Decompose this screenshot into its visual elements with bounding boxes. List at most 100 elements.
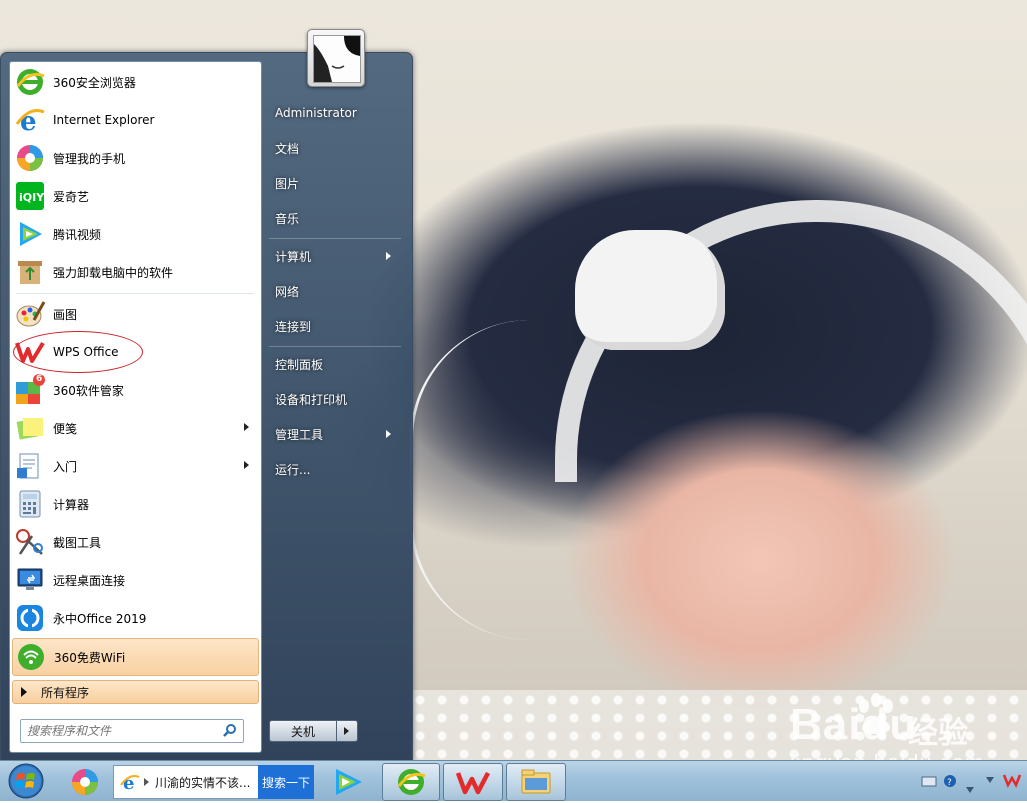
app-label: 永中Office 2019 (53, 611, 147, 626)
shutdown-button[interactable]: 关机 (269, 720, 337, 742)
taskbar-ie-window[interactable]: e 川渝的实情不该... (113, 765, 260, 799)
app-label: 360免费WiFi (54, 650, 126, 665)
360-software-manager-icon: 6 (14, 374, 46, 406)
snipping-tool-icon (14, 526, 46, 558)
taskbar: e 川渝的实情不该... 搜索一下 ? (0, 760, 1027, 801)
taskbar-search-button[interactable]: 搜索一下 (258, 765, 314, 799)
remote-desktop-icon (14, 564, 46, 596)
submenu-arrow-icon (244, 423, 249, 431)
yozo-office-icon (14, 602, 46, 634)
app-label: 腾讯视频 (53, 227, 102, 242)
right-item-label: 连接到 (275, 319, 312, 334)
app-label: 便笺 (53, 421, 78, 436)
app-label: 入门 (53, 459, 78, 474)
avatar-picture (313, 35, 361, 83)
folder-icon (521, 769, 551, 794)
shutdown-options-button[interactable] (336, 720, 358, 742)
phone-manager-icon (14, 142, 46, 174)
paint-icon (14, 298, 46, 330)
app-item-360-software-manager[interactable]: 6 360软件管家 (12, 372, 257, 408)
expand-arrow-icon (21, 687, 27, 697)
search-input[interactable] (25, 723, 217, 739)
submenu-arrow-icon (386, 430, 391, 438)
right-item-computer[interactable]: 计算机 (265, 241, 405, 271)
right-separator (269, 238, 401, 239)
notification-badge: 6 (36, 374, 43, 384)
app-item-iqiyi[interactable]: iQIY 爱奇艺 (12, 178, 257, 214)
app-item-paint[interactable]: 画图 (12, 296, 257, 332)
start-menu: 360安全浏览器 e Internet Explorer 管理我的手机 iQIY… (0, 29, 413, 762)
right-item-admin-tools[interactable]: 管理工具 (265, 419, 405, 449)
programs-pane: 360安全浏览器 e Internet Explorer 管理我的手机 iQIY… (9, 61, 262, 753)
taskbar-explorer[interactable] (506, 763, 566, 801)
right-item-network[interactable]: 网络 (265, 276, 405, 306)
app-item-getting-started[interactable]: 入门 (12, 448, 257, 484)
app-label: Internet Explorer (53, 113, 155, 127)
tray-arrow-icon (966, 787, 974, 793)
right-item-label: 图片 (275, 176, 300, 191)
watermark-brand-cn: 经验 (908, 716, 968, 751)
tencent-video-icon (336, 769, 362, 795)
calculator-icon (14, 488, 46, 520)
search-icon[interactable] (223, 723, 237, 737)
right-item-control-panel[interactable]: 控制面板 (265, 349, 405, 379)
headphone-cup (575, 230, 725, 350)
wps-tray-icon (1002, 774, 1022, 788)
iqiyi-icon: iQIY (14, 180, 46, 212)
search-button-label: 搜索一下 (261, 775, 310, 790)
app-label: 计算器 (53, 497, 90, 512)
right-item-run[interactable]: 运行... (265, 454, 405, 484)
submenu-arrow-icon (244, 461, 249, 469)
start-orb-icon[interactable] (6, 762, 46, 800)
svg-text:?: ? (947, 778, 952, 788)
app-item-sticky-notes[interactable]: 便笺 (12, 410, 257, 446)
tencent-video-icon (14, 218, 46, 250)
svg-text:iQIY: iQIY (19, 191, 45, 204)
right-item-label: 网络 (275, 284, 300, 299)
app-item-calculator[interactable]: 计算器 (12, 486, 257, 522)
right-item-label: Administrator (275, 106, 357, 120)
right-separator (269, 346, 401, 347)
phone-manager-icon (72, 769, 98, 795)
taskbar-360-browser[interactable] (382, 763, 440, 801)
right-item-connect-to[interactable]: 连接到 (265, 311, 405, 341)
right-item-pictures[interactable]: 图片 (265, 168, 405, 198)
taskbar-tencent-video[interactable] (324, 763, 372, 801)
right-item-label: 控制面板 (275, 357, 324, 372)
right-item-devices-printers[interactable]: 设备和打印机 (265, 384, 405, 414)
user-avatar[interactable] (307, 29, 365, 87)
right-item-label: 文档 (275, 141, 300, 156)
right-item-label: 设备和打印机 (275, 392, 348, 407)
right-item-label: 音乐 (275, 211, 300, 226)
app-item-tencent-video[interactable]: 腾讯视频 (12, 216, 257, 252)
taskbar-wps[interactable] (443, 763, 503, 801)
app-item-yozo-office[interactable]: 永中Office 2019 (12, 600, 257, 636)
app-item-remote-desktop[interactable]: 远程桌面连接 (12, 562, 257, 598)
headphone-cable (410, 320, 573, 640)
app-item-internet-explorer[interactable]: e Internet Explorer (12, 102, 257, 138)
app-item-wps-office[interactable]: WPS Office (12, 334, 257, 370)
app-label: WPS Office (53, 345, 119, 359)
app-item-uninstaller[interactable]: 强力卸载电脑中的软件 (12, 254, 257, 290)
baidu-paw-icon (859, 693, 893, 734)
right-item-label: 运行... (275, 462, 311, 477)
submenu-arrow-icon (386, 252, 391, 260)
all-programs-button[interactable]: 所有程序 (12, 680, 259, 704)
right-item-label: 管理工具 (275, 427, 324, 442)
app-item-360-wifi[interactable]: 360免费WiFi (12, 638, 259, 676)
360-browser-icon (14, 66, 46, 98)
taskbar-phone-manager[interactable] (62, 763, 108, 801)
app-item-phone-manager[interactable]: 管理我的手机 (12, 140, 257, 176)
app-label: 360软件管家 (53, 383, 124, 398)
right-item-label: 计算机 (275, 249, 312, 264)
wps-icon (455, 771, 490, 795)
app-item-360-browser[interactable]: 360安全浏览器 (12, 64, 257, 100)
app-label: 爱奇艺 (53, 189, 90, 204)
app-item-snipping-tool[interactable]: 截图工具 (12, 524, 257, 560)
right-item-documents[interactable]: 文档 (265, 133, 405, 163)
start-search-box[interactable] (20, 719, 244, 743)
right-item-music[interactable]: 音乐 (265, 203, 405, 233)
app-label: 远程桌面连接 (53, 573, 126, 588)
right-item-administrator[interactable]: Administrator (265, 98, 405, 128)
ie-icon: e (120, 773, 140, 792)
